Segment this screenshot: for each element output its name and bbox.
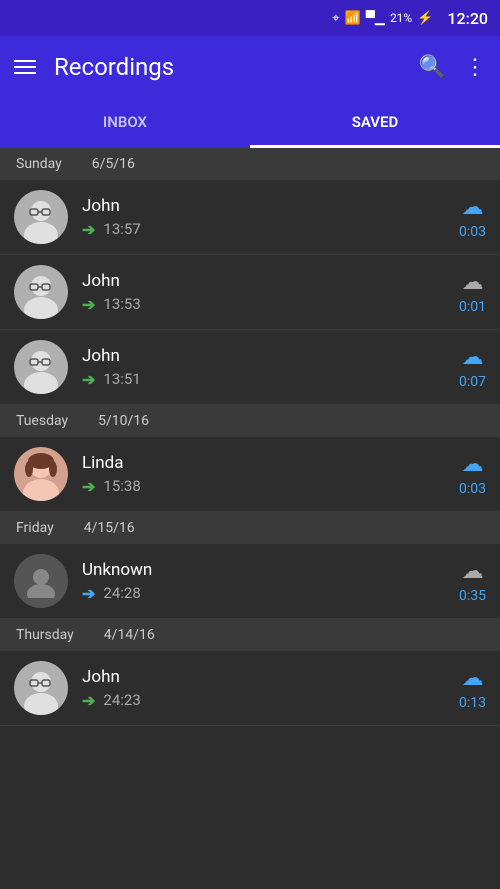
call-time: 15:38 bbox=[103, 477, 140, 495]
cloud-status: ☁ 0:01 bbox=[459, 270, 486, 315]
avatar bbox=[14, 661, 68, 715]
list-item[interactable]: John ➔ 24:23 ☁ 0:13 bbox=[0, 651, 500, 726]
direction-icon: ➔ bbox=[82, 691, 95, 710]
tab-inbox[interactable]: INBOX bbox=[0, 98, 250, 148]
contact-name: Linda bbox=[82, 453, 459, 473]
signal-icon: ▀▁ bbox=[366, 10, 385, 26]
time-row: ➔ 13:53 bbox=[82, 295, 459, 314]
item-info: John ➔ 13:51 bbox=[82, 346, 459, 389]
cloud-status: ☁ 0:07 bbox=[459, 345, 486, 390]
tab-saved[interactable]: SAVED bbox=[250, 98, 500, 148]
time-row: ➔ 13:57 bbox=[82, 220, 459, 239]
status-time: 12:20 bbox=[447, 9, 488, 28]
section-header-1: Sunday 6/5/16 bbox=[0, 148, 500, 180]
list-item[interactable]: John ➔ 13:51 ☁ 0:07 bbox=[0, 330, 500, 405]
cloud-status: ☁ 0:13 bbox=[459, 666, 486, 711]
call-time: 24:28 bbox=[103, 584, 140, 602]
duration: 0:07 bbox=[459, 374, 486, 390]
direction-icon: ➔ bbox=[82, 220, 95, 239]
list-item[interactable]: John ➔ 13:57 ☁ 0:03 bbox=[0, 180, 500, 255]
list-item[interactable]: Unknown ➔ 24:28 ☁ 0:35 bbox=[0, 544, 500, 619]
duration: 0:01 bbox=[459, 299, 486, 315]
contact-name: John bbox=[82, 196, 459, 216]
battery-level: 21% bbox=[390, 11, 412, 25]
duration: 0:03 bbox=[459, 224, 486, 240]
cloud-icon: ☁ bbox=[462, 270, 484, 295]
direction-icon: ➔ bbox=[82, 370, 95, 389]
toolbar: Recordings 🔍 ⋮ bbox=[0, 36, 500, 98]
toolbar-actions: 🔍 ⋮ bbox=[419, 55, 486, 80]
contact-name: John bbox=[82, 271, 459, 291]
charging-icon: ⚡ bbox=[417, 11, 433, 26]
cloud-icon: ☁ bbox=[462, 195, 484, 220]
hamburger-line-3 bbox=[14, 72, 36, 74]
call-time: 24:23 bbox=[103, 691, 140, 709]
direction-icon: ➔ bbox=[82, 584, 95, 603]
call-time: 13:51 bbox=[103, 370, 140, 388]
section-header-3: Friday 4/15/16 bbox=[0, 512, 500, 544]
list-item[interactable]: Linda ➔ 15:38 ☁ 0:03 bbox=[0, 437, 500, 512]
item-info: Linda ➔ 15:38 bbox=[82, 453, 459, 496]
call-time: 13:53 bbox=[103, 295, 140, 313]
cloud-status: ☁ 0:03 bbox=[459, 195, 486, 240]
time-row: ➔ 24:23 bbox=[82, 691, 459, 710]
time-row: ➔ 24:28 bbox=[82, 584, 459, 603]
section-header-4: Thursday 4/14/16 bbox=[0, 619, 500, 651]
status-bar: ⌖ 📶 ▀▁ 21% ⚡ 12:20 bbox=[0, 0, 500, 36]
menu-button[interactable] bbox=[14, 60, 36, 74]
cloud-icon: ☁ bbox=[462, 666, 484, 691]
hamburger-line-1 bbox=[14, 60, 36, 62]
contact-name: John bbox=[82, 346, 459, 366]
avatar bbox=[14, 554, 68, 608]
search-button[interactable]: 🔍 bbox=[419, 55, 446, 80]
tabs: INBOX SAVED bbox=[0, 98, 500, 148]
duration: 0:35 bbox=[459, 588, 486, 604]
section-date-4: 4/14/16 bbox=[104, 627, 155, 643]
time-row: ➔ 13:51 bbox=[82, 370, 459, 389]
section-day-1: Sunday bbox=[16, 156, 62, 172]
cloud-status: ☁ 0:03 bbox=[459, 452, 486, 497]
status-icons: ⌖ 📶 ▀▁ 21% ⚡ bbox=[332, 10, 433, 26]
wifi-icon: 📶 bbox=[345, 11, 361, 26]
call-time: 13:57 bbox=[103, 220, 140, 238]
cloud-icon: ☁ bbox=[462, 559, 484, 584]
page-title: Recordings bbox=[54, 53, 419, 81]
section-day-3: Friday bbox=[16, 520, 54, 536]
direction-icon: ➔ bbox=[82, 477, 95, 496]
contact-name: Unknown bbox=[82, 560, 459, 580]
time-row: ➔ 15:38 bbox=[82, 477, 459, 496]
avatar bbox=[14, 447, 68, 501]
recordings-list: Sunday 6/5/16 John ➔ 13:57 ☁ 0:03 bbox=[0, 148, 500, 726]
avatar bbox=[14, 265, 68, 319]
cloud-icon: ☁ bbox=[462, 452, 484, 477]
contact-name: John bbox=[82, 667, 459, 687]
section-date-1: 6/5/16 bbox=[92, 156, 135, 172]
cloud-icon: ☁ bbox=[462, 345, 484, 370]
hamburger-line-2 bbox=[14, 66, 36, 68]
direction-icon: ➔ bbox=[82, 295, 95, 314]
item-info: John ➔ 13:53 bbox=[82, 271, 459, 314]
avatar bbox=[14, 340, 68, 394]
item-info: Unknown ➔ 24:28 bbox=[82, 560, 459, 603]
duration: 0:13 bbox=[459, 695, 486, 711]
section-date-3: 4/15/16 bbox=[84, 520, 135, 536]
more-options-button[interactable]: ⋮ bbox=[464, 55, 486, 80]
item-info: John ➔ 24:23 bbox=[82, 667, 459, 710]
section-header-2: Tuesday 5/10/16 bbox=[0, 405, 500, 437]
item-info: John ➔ 13:57 bbox=[82, 196, 459, 239]
section-day-4: Thursday bbox=[16, 627, 74, 643]
section-day-2: Tuesday bbox=[16, 413, 68, 429]
list-item[interactable]: John ➔ 13:53 ☁ 0:01 bbox=[0, 255, 500, 330]
section-date-2: 5/10/16 bbox=[98, 413, 149, 429]
duration: 0:03 bbox=[459, 481, 486, 497]
avatar bbox=[14, 190, 68, 244]
cloud-status: ☁ 0:35 bbox=[459, 559, 486, 604]
bluetooth-icon: ⌖ bbox=[332, 11, 339, 26]
